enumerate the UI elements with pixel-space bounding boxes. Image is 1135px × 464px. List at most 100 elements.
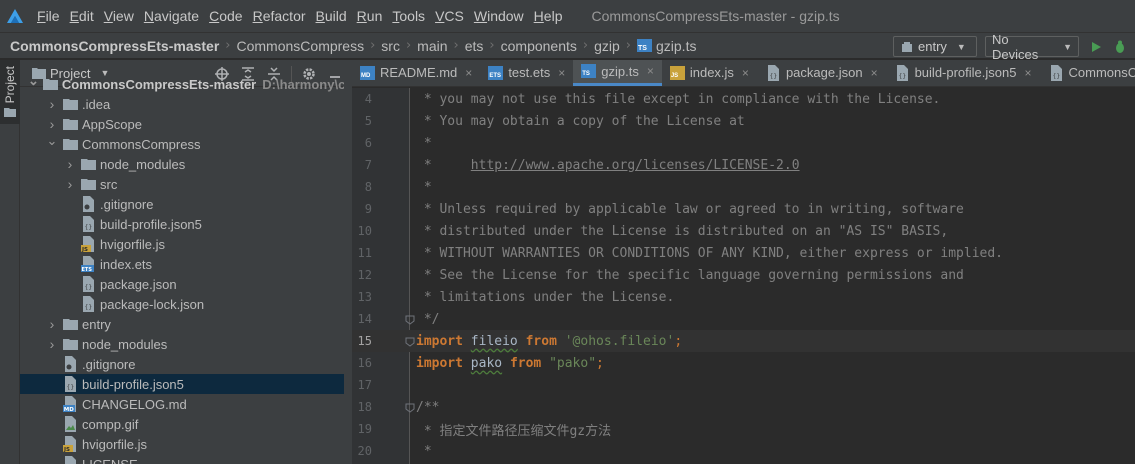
run-icon[interactable]	[1087, 38, 1105, 56]
code-line: 10 * distributed under the License is di…	[352, 220, 1135, 242]
breadcrumb-file-label: gzip.ts	[656, 37, 697, 54]
menu-code[interactable]: Code	[204, 0, 247, 32]
chevron-right-icon[interactable]: ›	[46, 336, 58, 352]
tree-item-node-modules[interactable]: › node_modules	[20, 154, 350, 174]
line-number: 9	[364, 202, 372, 216]
tree-item-build-profile-json5[interactable]: {} build-profile.json5	[20, 374, 350, 394]
debug-icon[interactable]	[1111, 38, 1129, 56]
tree-item-label: build-profile.json5	[82, 376, 184, 392]
close-icon[interactable]: ×	[1024, 66, 1031, 80]
tree-item-commonscompressets-master[interactable]: ⌄ CommonsCompressEts-master D:\harmony\cod	[20, 73, 361, 94]
chevron-down-icon: ▼	[956, 41, 966, 52]
license-link[interactable]: http://www.apache.org/licenses/LICENSE-2…	[471, 158, 800, 173]
tree-item-label: CommonsCompressEts-master	[61, 76, 257, 92]
close-icon[interactable]: ×	[647, 64, 654, 78]
tree-item-commonscompress[interactable]: ⌄ CommonsCompress	[20, 133, 350, 154]
chevron-right-icon[interactable]: ›	[64, 156, 76, 172]
project-tool-tab[interactable]: Project	[0, 60, 20, 124]
line-number: 6	[364, 136, 372, 150]
tree-item-compp-gif[interactable]: compp.gif	[20, 414, 350, 434]
breadcrumb-item-main[interactable]: main	[417, 38, 447, 54]
tab-label: index.js	[689, 65, 734, 80]
device-select[interactable]: No Devices ▼	[985, 32, 1079, 62]
tree-item-package-json[interactable]: {} package.json	[20, 274, 350, 294]
close-icon[interactable]: ×	[465, 66, 472, 80]
tree-item-hvigorfile-js[interactable]: JS hvigorfile.js	[20, 234, 350, 254]
tab-package-json[interactable]: {} package.json ×	[757, 60, 886, 86]
chevron-right-icon[interactable]: ›	[46, 116, 58, 132]
chevron-down-icon[interactable]: ⌄	[28, 73, 39, 89]
project-scrollbar[interactable]	[344, 60, 352, 464]
folder-icon	[62, 96, 78, 112]
chevron-right-icon[interactable]: ›	[64, 176, 76, 192]
menu-label-rest: efactor	[262, 8, 306, 24]
tree-item-license[interactable]: LICENSE	[20, 454, 350, 464]
tab-build-profile-json5[interactable]: {} build-profile.json5 ×	[886, 60, 1040, 86]
close-icon[interactable]: ×	[871, 66, 878, 80]
breadcrumb-root[interactable]: CommonsCompressEts-master	[10, 38, 219, 54]
editor-tab-bar: MD README.md × ETS test.ets × TS gzip.ts × JS inde…	[352, 60, 1135, 87]
text-icon	[62, 456, 78, 464]
menu-build[interactable]: Build	[311, 0, 352, 32]
tree-item-entry[interactable]: › entry	[20, 314, 350, 334]
fold-marker-icon[interactable]	[405, 314, 415, 325]
line-number: 10	[357, 224, 372, 238]
code-line: 18 /**	[352, 396, 1135, 418]
close-icon[interactable]: ×	[742, 66, 749, 80]
tree-item-src[interactable]: › src	[20, 174, 350, 194]
fold-marker-icon[interactable]	[405, 336, 415, 347]
menu-view[interactable]: View	[99, 0, 139, 32]
tree-item-package-lock-json[interactable]: {} package-lock.json	[20, 294, 350, 314]
tab-readme-md[interactable]: MD README.md ×	[352, 60, 480, 86]
line-number: 7	[364, 158, 372, 172]
chevron-down-icon[interactable]: ⌄	[46, 133, 58, 149]
tab-commonscompress[interactable]: {} CommonsCompress	[1040, 60, 1135, 86]
menu-window[interactable]: Window	[469, 0, 529, 32]
tree-item-index-ets[interactable]: ETS index.ets	[20, 254, 350, 274]
menu-help[interactable]: Help	[529, 0, 568, 32]
breadcrumb-item-gzip[interactable]: gzip	[594, 38, 620, 54]
menu-edit[interactable]: Edit	[65, 0, 99, 32]
app-logo-icon[interactable]	[4, 5, 26, 27]
run-config-select[interactable]: entry ▼	[893, 36, 977, 57]
tab-index-js[interactable]: JS index.js ×	[662, 60, 757, 86]
tree-item-build-profile-json5[interactable]: {} build-profile.json5	[20, 214, 350, 234]
code-line: 5 * You may obtain a copy of the License…	[352, 110, 1135, 132]
tree-item-gitignore[interactable]: .gitignore	[20, 194, 350, 214]
tab-gzip-ts[interactable]: TS gzip.ts ×	[573, 60, 662, 86]
tree-item-node-modules[interactable]: › node_modules	[20, 334, 350, 354]
menu-file[interactable]: File	[32, 0, 65, 32]
tree-item-gitignore[interactable]: .gitignore	[20, 354, 350, 374]
tree-item-appscope[interactable]: › AppScope	[20, 114, 350, 134]
navigation-bar: CommonsCompressEts-master › CommonsCompre…	[0, 32, 1135, 62]
tree-item-hvigorfile-js[interactable]: JS hvigorfile.js	[20, 434, 350, 454]
fold-marker-icon[interactable]	[405, 402, 415, 413]
menu-navigate[interactable]: Navigate	[139, 0, 204, 32]
chevron-right-icon[interactable]: ›	[46, 96, 58, 112]
folder-icon	[4, 108, 16, 118]
chevron-down-icon: ▼	[1063, 41, 1072, 52]
menu-run[interactable]: Run	[352, 0, 388, 32]
menu-tools[interactable]: Tools	[387, 0, 430, 32]
tab-test-ets[interactable]: ETS test.ets ×	[480, 60, 573, 86]
code-line: 9 * Unless required by applicable law or…	[352, 198, 1135, 220]
tree-item-idea[interactable]: › .idea	[20, 94, 350, 114]
json-icon: {}	[62, 376, 78, 392]
chevron-right-icon[interactable]: ›	[46, 316, 58, 332]
breadcrumb-file[interactable]: TS gzip.ts	[637, 38, 696, 54]
line-number: 12	[357, 268, 372, 282]
breadcrumb-item-src[interactable]: src	[381, 38, 400, 54]
image-icon	[62, 416, 78, 432]
close-icon[interactable]: ×	[558, 66, 565, 80]
menu-refactor[interactable]: Refactor	[248, 0, 311, 32]
breadcrumb-item-commonscompress[interactable]: CommonsCompress	[237, 38, 365, 54]
breadcrumb-item-components[interactable]: components	[501, 38, 577, 54]
tree-item-label: CommonsCompress	[82, 136, 201, 152]
breadcrumb-item-ets[interactable]: ets	[465, 38, 484, 54]
menu-vcs[interactable]: VCS	[430, 0, 469, 32]
tree-item-changelog-md[interactable]: MD CHANGELOG.md	[20, 394, 350, 414]
code-text: */	[416, 311, 440, 327]
code-area[interactable]: 4 * you may not use this file except in …	[352, 88, 1135, 464]
tree-item-label: package-lock.json	[100, 296, 205, 312]
menu-label-rest: CS	[444, 8, 464, 24]
